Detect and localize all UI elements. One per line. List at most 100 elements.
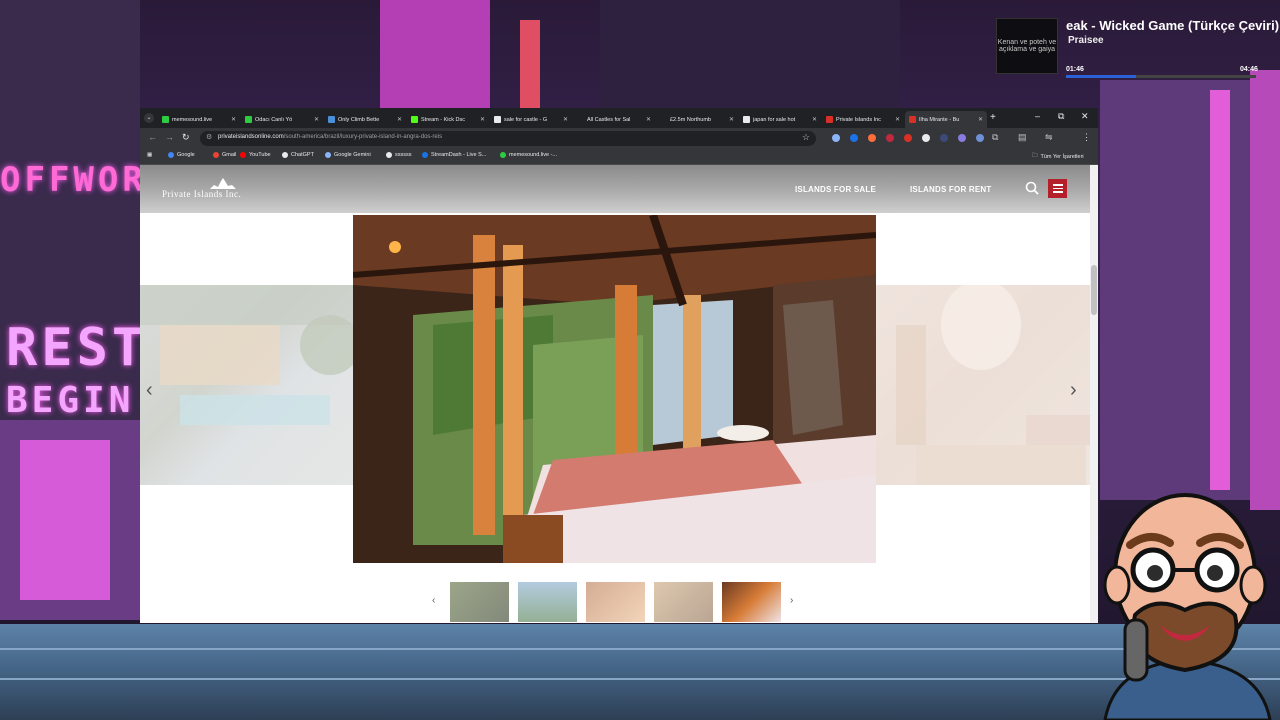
thumbnail-5[interactable] xyxy=(722,582,781,622)
extension-icon-7[interactable] xyxy=(940,134,948,142)
minimize-button[interactable]: – xyxy=(1035,111,1040,121)
song-artist: Praisee xyxy=(1068,35,1104,46)
tab-favicon-icon xyxy=(245,116,252,123)
bookmark-favicon-icon xyxy=(422,152,428,158)
nav-islands-for-rent[interactable]: ISLANDS FOR RENT xyxy=(910,185,991,194)
now-playing-widget: Kenan ve poteh ve açıklama ve gaiya eak … xyxy=(996,14,1280,78)
bookmark-favicon-icon xyxy=(282,152,288,158)
tab-close-icon[interactable]: ✕ xyxy=(978,116,983,123)
restore-button[interactable]: ⧉ xyxy=(1058,111,1064,122)
thumbnails-next-arrow[interactable]: › xyxy=(790,595,793,606)
sidepanel-icon[interactable]: ▤ xyxy=(1018,132,1027,143)
close-window-button[interactable]: ✕ xyxy=(1081,111,1089,122)
tab-favicon-icon xyxy=(494,116,501,123)
next-slide-image xyxy=(876,280,1090,485)
tab-close-icon[interactable]: ✕ xyxy=(895,116,900,123)
tab-8[interactable]: japan for sale hot ✕ xyxy=(739,111,821,128)
apps-icon[interactable]: ▦ xyxy=(147,152,152,158)
new-tab-button[interactable]: + xyxy=(990,112,996,123)
browser-toolbar: ← → ↻ ⚙ privateislandsonline.com/south-a… xyxy=(140,128,1098,148)
bookmark-5[interactable]: Google Gemini xyxy=(325,152,371,158)
site-info-icon[interactable]: ⚙ xyxy=(206,133,212,141)
bookmark-star-icon[interactable]: ☆ xyxy=(802,132,810,143)
site-logo[interactable]: Private Islands Inc. xyxy=(162,189,241,199)
tab-close-icon[interactable]: ✕ xyxy=(563,116,568,123)
tab-favicon-icon xyxy=(162,116,169,123)
tab-5[interactable]: sale for castle - G ✕ xyxy=(490,111,572,128)
extensions-puzzle-icon[interactable]: ⧉ xyxy=(992,132,998,143)
tab-favicon-icon xyxy=(660,116,667,123)
nav-islands-for-sale[interactable]: ISLANDS FOR SALE xyxy=(795,185,876,194)
thumbnail-2[interactable] xyxy=(518,582,577,622)
search-icon[interactable] xyxy=(1025,181,1039,195)
extension-icon-3[interactable] xyxy=(868,134,876,142)
tab-10[interactable]: Ilha Mirante - Bu ✕ xyxy=(905,111,987,128)
album-art-caption: Kenan ve poteh ve açıklama ve gaiya xyxy=(997,39,1057,53)
tab-6[interactable]: All Castles for Sal ✕ xyxy=(573,111,655,128)
bookmark-1[interactable]: Google xyxy=(168,152,195,158)
extension-icon-9[interactable] xyxy=(976,134,984,142)
bookmark-favicon-icon xyxy=(213,152,219,158)
tab-close-icon[interactable]: ✕ xyxy=(480,116,485,123)
browser-window: ⌄ memesound.live ✕ Odacı Canlı Yö ✕ Only Cli… xyxy=(140,108,1098,623)
gallery-prev-arrow[interactable]: ‹ xyxy=(146,379,153,402)
thumbnail-3[interactable] xyxy=(586,582,645,622)
tab-7[interactable]: £2.5m Northumb ✕ xyxy=(656,111,738,128)
tab-4[interactable]: Stream - Kick Dsc ✕ xyxy=(407,111,489,128)
tab-close-icon[interactable]: ✕ xyxy=(397,116,402,123)
bookmark-8[interactable]: memesound.live -... xyxy=(500,152,557,158)
neon-sign-mid: REST xyxy=(6,318,148,378)
gallery-main-image[interactable] xyxy=(353,215,876,563)
forward-icon[interactable]: → xyxy=(165,132,174,142)
all-bookmarks-label: Tüm Yer İşaretleri xyxy=(1040,153,1084,160)
tab-close-icon[interactable]: ✕ xyxy=(729,116,734,123)
site-header: Private Islands Inc. ISLANDS FOR SALE IS… xyxy=(140,165,1090,213)
back-icon[interactable]: ← xyxy=(148,132,157,142)
url-domain: privateislandsonline.com xyxy=(218,134,284,140)
gallery-next-arrow[interactable]: › xyxy=(1070,379,1077,402)
song-title: eak - Wicked Game (Türkçe Çeviri) xyxy=(1066,18,1280,33)
extension-icon-4[interactable] xyxy=(886,134,894,142)
extension-icon-1[interactable] xyxy=(832,134,840,142)
tab-2[interactable]: Odacı Canlı Yö ✕ xyxy=(241,111,323,128)
bookmark-label: ssssss xyxy=(395,152,412,158)
extension-icon-6[interactable] xyxy=(922,134,930,142)
tab-close-icon[interactable]: ✕ xyxy=(314,116,319,123)
thumbnail-1[interactable] xyxy=(450,582,509,622)
page-scrollbar[interactable] xyxy=(1090,165,1098,623)
bookmark-label: memesound.live -... xyxy=(509,152,557,158)
tab-9[interactable]: Private Islands Inc ✕ xyxy=(822,111,904,128)
song-progress-bar xyxy=(1066,75,1256,78)
bookmark-7[interactable]: StreamDash - Live S... xyxy=(422,152,486,158)
extension-icon-2[interactable] xyxy=(850,134,858,142)
browser-menu-icon[interactable]: ⋮ xyxy=(1082,132,1091,143)
bookmark-4[interactable]: ChatGPT xyxy=(282,152,314,158)
gallery-next-slide[interactable] xyxy=(876,280,1090,485)
thumbnail-4[interactable] xyxy=(654,582,713,622)
thumbnails-prev-arrow[interactable]: ‹ xyxy=(432,595,435,606)
tab-search-button[interactable]: ⌄ xyxy=(144,113,154,123)
cast-icon[interactable]: ⇋ xyxy=(1045,132,1053,143)
tab-label: Odacı Canlı Yö xyxy=(255,116,293,123)
reload-icon[interactable]: ↻ xyxy=(182,132,190,143)
bookmark-2[interactable]: Gmail xyxy=(213,152,236,158)
extension-icon-8[interactable] xyxy=(958,134,966,142)
bookmark-6[interactable]: ssssss xyxy=(386,152,412,158)
bookmark-3[interactable]: YouTube xyxy=(240,152,271,158)
scrollbar-thumb[interactable] xyxy=(1091,265,1097,315)
tab-1[interactable]: memesound.live ✕ xyxy=(158,111,240,128)
tab-close-icon[interactable]: ✕ xyxy=(646,116,651,123)
tab-close-icon[interactable]: ✕ xyxy=(812,116,817,123)
hamburger-menu-button[interactable] xyxy=(1048,179,1067,198)
bookmark-label: ChatGPT xyxy=(291,152,314,158)
folder-icon: 🗀 xyxy=(1032,153,1038,159)
extension-icon-5[interactable] xyxy=(904,134,912,142)
gallery-prev-slide[interactable] xyxy=(140,285,360,485)
tab-3[interactable]: Only Climb Bette ✕ xyxy=(324,111,406,128)
tab-label: £2.5m Northumb xyxy=(670,116,711,123)
tab-close-icon[interactable]: ✕ xyxy=(231,116,236,123)
address-bar[interactable]: ⚙ privateislandsonline.com/south-america… xyxy=(200,131,816,146)
all-bookmarks-folder[interactable]: 🗀 Tüm Yer İşaretleri xyxy=(1032,152,1084,161)
bookmark-label: StreamDash - Live S... xyxy=(431,152,487,158)
streamer-avatar xyxy=(1103,493,1272,720)
